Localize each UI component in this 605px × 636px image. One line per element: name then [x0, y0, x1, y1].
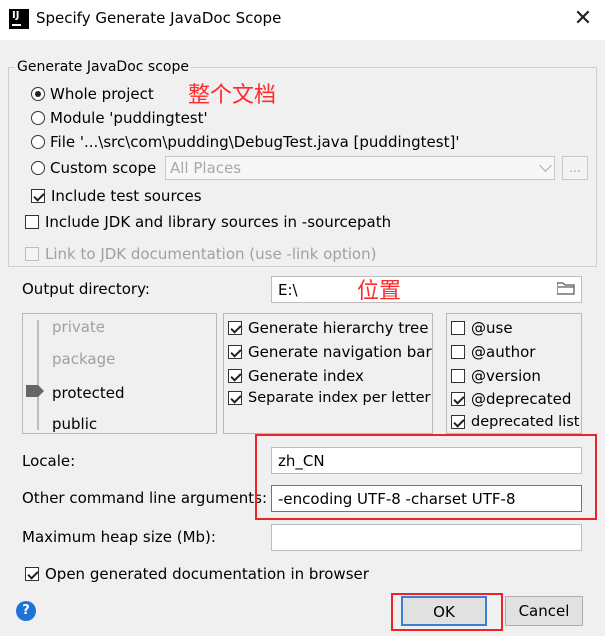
link-jdk-checkbox[interactable]: Link to JDK documentation (use -link opt…: [25, 245, 376, 263]
checkbox-label: Generate hierarchy tree: [248, 319, 429, 337]
visibility-private[interactable]: private: [52, 318, 105, 336]
highlight-box-locale-args: [255, 434, 597, 520]
checkbox-label: @use: [471, 319, 513, 337]
checkbox[interactable]: [451, 415, 465, 429]
radio-button[interactable]: [31, 87, 45, 101]
checkbox-label: Include test sources: [51, 187, 202, 205]
tag-deprecated-checkbox[interactable]: @deprecated: [451, 390, 571, 408]
radio-custom-scope[interactable]: Custom scope: [31, 159, 156, 177]
checkbox[interactable]: [451, 345, 465, 359]
tag-deprecated-list-checkbox[interactable]: deprecated list: [451, 414, 579, 430]
visibility-public[interactable]: public: [52, 415, 97, 433]
heap-size-input[interactable]: [271, 524, 582, 551]
checkbox[interactable]: [25, 567, 39, 581]
radio-label: Custom scope: [50, 159, 157, 177]
radio-button[interactable]: [31, 135, 45, 149]
checkbox[interactable]: [228, 391, 242, 405]
checkbox-label: Generate index: [248, 367, 364, 385]
window-title: Specify Generate JavaDoc Scope: [36, 9, 282, 27]
radio-label: Module 'puddingtest': [50, 109, 208, 127]
checkbox-label: @author: [471, 343, 536, 361]
checkbox[interactable]: [451, 392, 465, 406]
radio-label: Whole project: [50, 85, 154, 103]
visibility-package[interactable]: package: [52, 350, 115, 368]
close-icon[interactable]: ✕: [568, 4, 598, 34]
chevron-down-icon: [539, 159, 552, 172]
checkbox[interactable]: [25, 215, 39, 229]
checkbox-label: Separate index per letter: [248, 390, 431, 406]
checkbox[interactable]: [25, 247, 39, 261]
checkbox[interactable]: [228, 321, 242, 335]
separate-index-checkbox[interactable]: Separate index per letter: [228, 390, 430, 406]
checkbox-label: Generate navigation bar: [248, 343, 432, 361]
checkbox[interactable]: [31, 189, 45, 203]
visibility-slider-track[interactable]: [37, 320, 39, 430]
checkbox[interactable]: [451, 321, 465, 335]
locale-label: Locale:: [22, 452, 76, 470]
annotation-location: 位置: [357, 279, 402, 304]
input-value: E:\: [278, 281, 298, 299]
output-directory-label: Output directory:: [22, 280, 150, 298]
highlight-box-ok: [391, 593, 503, 631]
radio-module[interactable]: Module 'puddingtest': [31, 109, 208, 127]
intellij-app-icon: IJ: [9, 9, 29, 29]
checkbox-label: Link to JDK documentation (use -link opt…: [45, 245, 377, 263]
include-test-sources-checkbox[interactable]: Include test sources: [31, 187, 202, 205]
dropdown-value: All Places: [170, 159, 242, 177]
generate-index-checkbox[interactable]: Generate index: [228, 367, 364, 385]
output-directory-input[interactable]: E:\: [271, 276, 582, 303]
checkbox[interactable]: [228, 345, 242, 359]
visibility-slider-thumb[interactable]: [26, 385, 44, 397]
tag-author-checkbox[interactable]: @author: [451, 343, 535, 361]
tag-version-checkbox[interactable]: @version: [451, 367, 541, 385]
folder-icon[interactable]: [557, 282, 575, 295]
custom-scope-dropdown[interactable]: All Places: [165, 156, 555, 180]
visibility-protected[interactable]: protected: [52, 384, 125, 402]
heap-size-label: Maximum heap size (Mb):: [22, 528, 216, 546]
tag-use-checkbox[interactable]: @use: [451, 319, 513, 337]
generate-navigation-checkbox[interactable]: Generate navigation bar: [228, 343, 432, 361]
checkbox-label: @deprecated: [471, 390, 572, 408]
cancel-button[interactable]: Cancel: [505, 596, 583, 626]
radio-button[interactable]: [31, 111, 45, 125]
browse-scope-button[interactable]: ...: [562, 156, 588, 180]
radio-file[interactable]: File '...\src\com\pudding\DebugTest.java…: [31, 133, 459, 151]
checkbox-label: deprecated list: [471, 414, 580, 430]
checkbox[interactable]: [228, 369, 242, 383]
generate-hierarchy-checkbox[interactable]: Generate hierarchy tree: [228, 319, 429, 337]
include-jdk-checkbox[interactable]: Include JDK and library sources in -sour…: [25, 213, 391, 231]
annotation-whole-doc: 整个文档: [188, 83, 277, 108]
radio-button[interactable]: [31, 161, 45, 175]
checkbox-label: Open generated documentation in browser: [45, 565, 369, 583]
checkbox-label: @version: [471, 367, 541, 385]
radio-label: File '...\src\com\pudding\DebugTest.java…: [50, 133, 460, 151]
checkbox[interactable]: [451, 369, 465, 383]
checkbox-label: Include JDK and library sources in -sour…: [45, 213, 392, 231]
other-args-label: Other command line arguments:: [22, 489, 268, 507]
radio-whole-project[interactable]: Whole project: [31, 85, 154, 103]
scope-group-title: Generate JavaDoc scope: [15, 59, 191, 75]
open-in-browser-checkbox[interactable]: Open generated documentation in browser: [25, 565, 369, 583]
help-icon[interactable]: ?: [16, 601, 36, 621]
